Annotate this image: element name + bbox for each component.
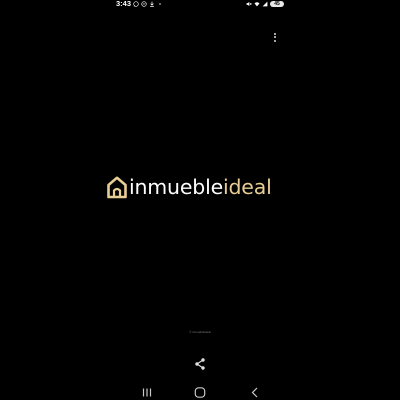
- recents-icon[interactable]: [140, 387, 154, 398]
- messenger-icon: [141, 1, 147, 7]
- logo-text-inmueble: inmueble: [129, 175, 223, 199]
- logo-text-ideal: ideal: [222, 175, 272, 199]
- inmuebleideal-logo: inmuebleideal: [106, 174, 272, 200]
- back-icon[interactable]: [248, 387, 262, 398]
- share-icon[interactable]: [193, 357, 207, 371]
- notification-icons: [133, 1, 163, 7]
- logo-wordmark: inmuebleideal: [129, 175, 272, 199]
- menu-dot: [274, 39, 276, 42]
- download-icon: [150, 1, 154, 7]
- whatsapp-icon: [133, 1, 139, 7]
- app-screen: 3:43 45 inmuebleideal © inmuebleideal: [0, 0, 400, 400]
- navigation-bar: [0, 384, 400, 400]
- system-icons: 45: [246, 1, 284, 7]
- signal-icon: [262, 1, 268, 7]
- mute-icon: [246, 1, 252, 7]
- status-bar: 3:43 45: [100, 0, 300, 10]
- image-caption: © inmuebleideal: [189, 330, 211, 334]
- battery-indicator: 45: [270, 1, 284, 7]
- more-vert-icon: [274, 32, 276, 35]
- menu-dot: [274, 36, 276, 38]
- house-icon: [107, 176, 127, 199]
- wifi-icon: [254, 2, 260, 7]
- dot-icon: [159, 3, 161, 5]
- more-options-button[interactable]: [268, 30, 282, 44]
- status-time: 3:43: [116, 0, 132, 8]
- home-icon[interactable]: [193, 387, 207, 398]
